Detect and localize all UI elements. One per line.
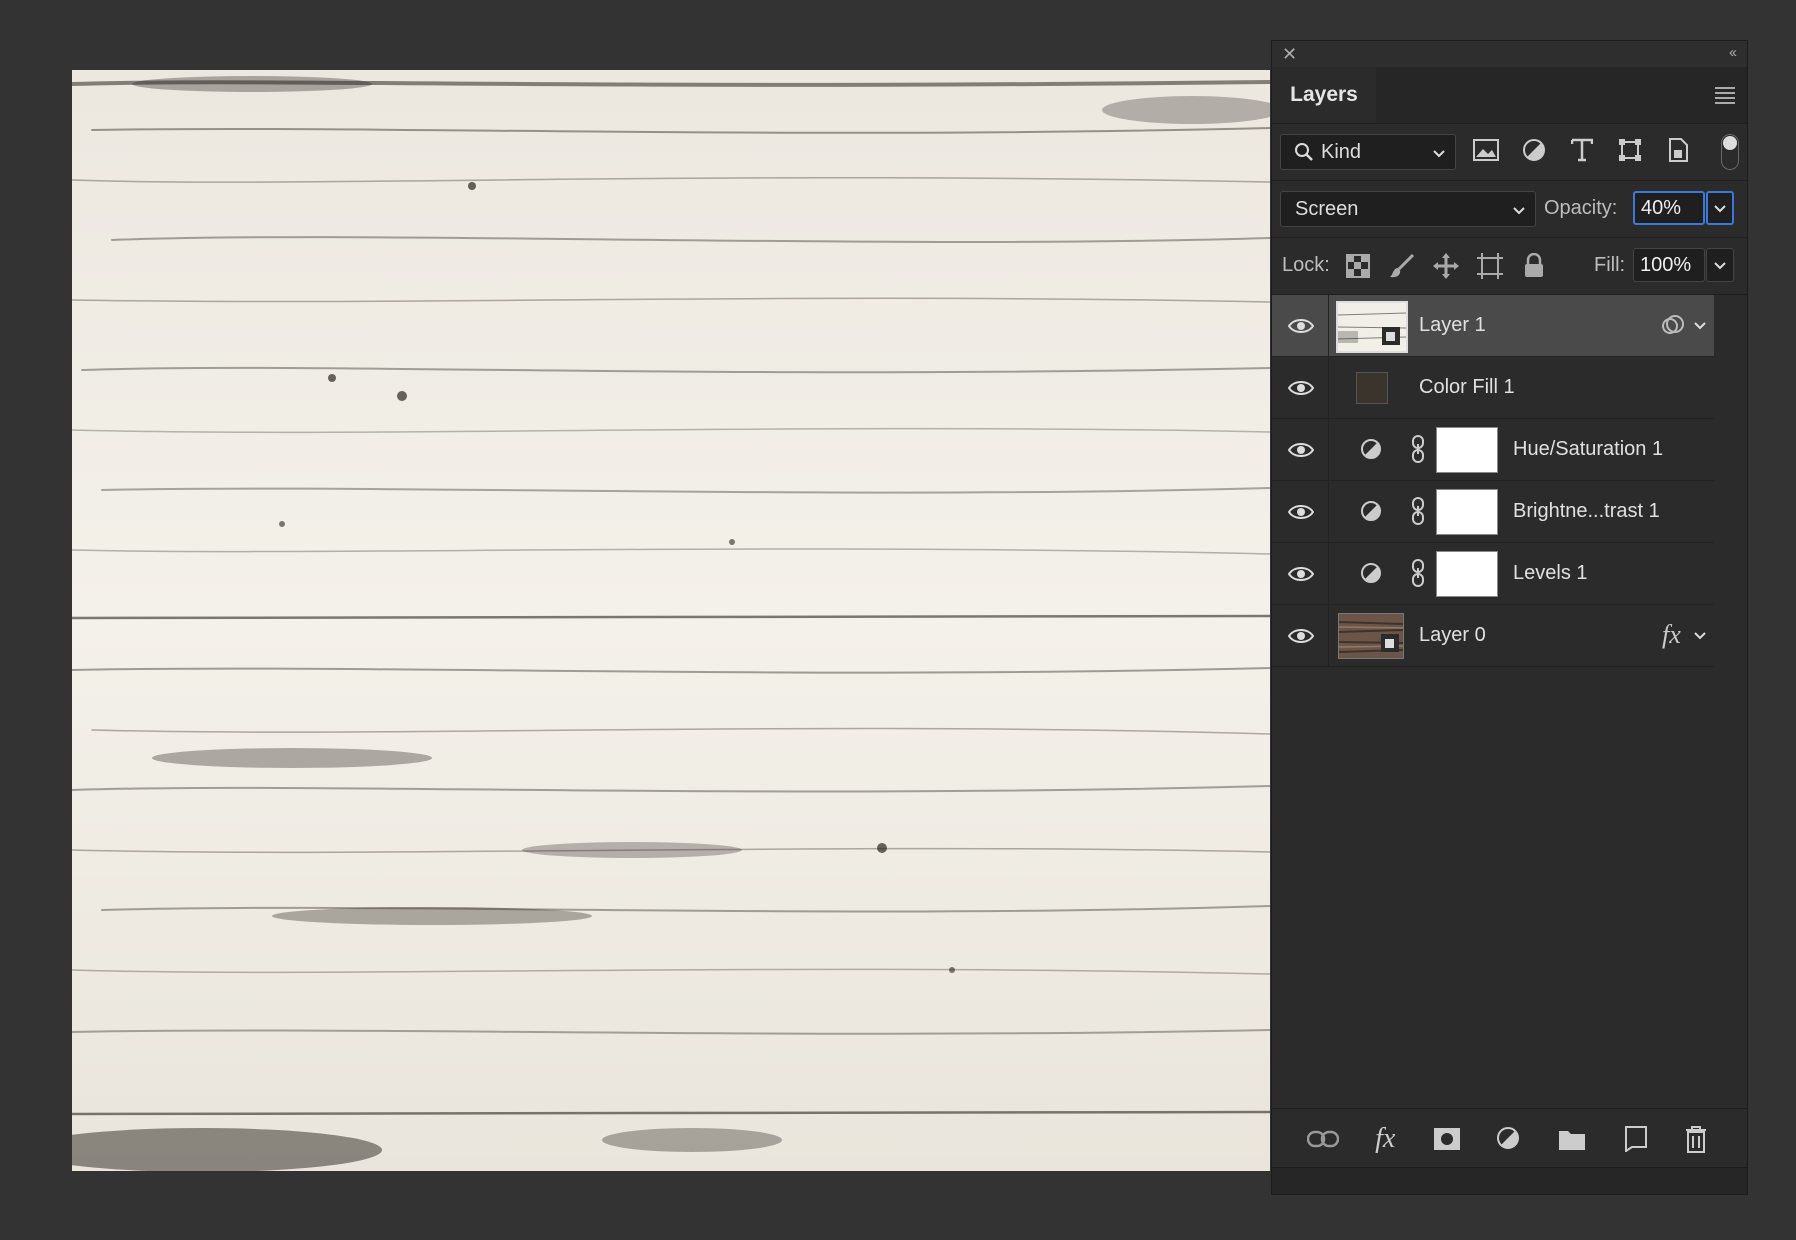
chevron-down-icon[interactable] (1692, 317, 1708, 333)
color-fill-swatch[interactable] (1356, 372, 1388, 404)
adjustment-layer-icon (1361, 501, 1381, 521)
visibility-eye-icon[interactable] (1288, 561, 1314, 587)
mask-link-icon[interactable] (1410, 435, 1426, 463)
kind-filter-label: Kind (1321, 140, 1362, 163)
lock-artboard-icon[interactable] (1476, 252, 1504, 280)
panel-titlebar: ✕ ‹‹ (1272, 41, 1747, 67)
type-filter-icon[interactable] (1568, 136, 1596, 164)
chevron-down-icon (1513, 207, 1525, 215)
shape-filter-icon[interactable] (1616, 136, 1644, 164)
layer-thumbnail (1338, 613, 1404, 659)
lock-brush-icon[interactable] (1388, 252, 1416, 280)
panel-menu-icon[interactable] (1715, 87, 1735, 107)
trash-icon[interactable] (1680, 1123, 1712, 1155)
mask-link-icon[interactable] (1410, 559, 1426, 587)
layer-row-color-fill-1[interactable]: Color Fill 1 (1272, 357, 1714, 419)
lock-move-icon[interactable] (1432, 252, 1460, 280)
opacity-label: Opacity: (1544, 197, 1618, 219)
layer-mask-thumbnail[interactable] (1436, 489, 1498, 535)
opacity-input[interactable]: 40% (1633, 191, 1705, 225)
layer-name[interactable]: Color Fill 1 (1419, 376, 1515, 399)
lock-all-icon[interactable] (1520, 252, 1548, 280)
adjustment-icon[interactable] (1493, 1123, 1525, 1155)
fill-input[interactable]: 100% (1633, 248, 1705, 282)
adjustment-layer-icon (1361, 563, 1381, 583)
close-icon[interactable]: ✕ (1282, 44, 1297, 65)
layers-bottom-toolbar: fx (1272, 1108, 1747, 1168)
layer-thumbnail (1336, 301, 1408, 353)
layers-list: Layer 1 Color Fill 1 Hue/Saturation 1 Br… (1272, 294, 1747, 667)
opacity-dropdown[interactable] (1706, 191, 1734, 225)
visibility-eye-icon[interactable] (1288, 499, 1314, 525)
fx-badge[interactable]: fx (1662, 620, 1681, 650)
visibility-eye-icon[interactable] (1288, 623, 1314, 649)
blend-row: Screen Opacity: 40% (1272, 180, 1747, 237)
layer-name[interactable]: Levels 1 (1513, 562, 1588, 585)
blend-mode-select[interactable]: Screen (1280, 191, 1536, 227)
lock-label: Lock: (1282, 254, 1330, 276)
layer-name[interactable]: Layer 1 (1419, 314, 1486, 337)
document-canvas[interactable] (72, 70, 1270, 1171)
lock-transparent-icon[interactable] (1344, 252, 1372, 280)
new-layer-icon[interactable] (1618, 1123, 1650, 1155)
folder-icon[interactable] (1556, 1123, 1588, 1155)
tab-layers[interactable]: Layers (1272, 67, 1376, 123)
filter-row: Kind (1272, 124, 1747, 180)
search-icon (1295, 143, 1313, 161)
layer-row-brightness-contrast-1[interactable]: Brightne...trast 1 (1272, 481, 1714, 543)
collapse-icon[interactable]: ‹‹ (1729, 44, 1737, 61)
layer-name[interactable]: Hue/Saturation 1 (1513, 438, 1663, 461)
kind-filter-select[interactable]: Kind (1280, 134, 1456, 170)
layer-name[interactable]: Brightne...trast 1 (1513, 500, 1660, 523)
mask-link-icon[interactable] (1410, 497, 1426, 525)
layer-mask-thumbnail[interactable] (1436, 427, 1498, 473)
chevron-down-icon (1714, 205, 1726, 213)
image-filter-icon[interactable] (1472, 136, 1500, 164)
panel-tabbar: Layers (1272, 67, 1747, 124)
fill-dropdown[interactable] (1706, 248, 1734, 282)
adjustment-layer-icon (1361, 439, 1381, 459)
visibility-eye-icon[interactable] (1288, 437, 1314, 463)
visibility-eye-icon[interactable] (1288, 375, 1314, 401)
fill-label: Fill: (1594, 254, 1626, 276)
layer-row-layer-0[interactable]: Layer 0 fx (1272, 605, 1714, 667)
blend-mode-value: Screen (1295, 197, 1359, 220)
mask-icon[interactable] (1431, 1123, 1463, 1155)
layer-name[interactable]: Layer 0 (1419, 624, 1486, 647)
layers-panel: ✕ ‹‹ Layers Kind Screen Opacity: 40% Loc… (1271, 40, 1748, 1195)
visibility-eye-icon[interactable] (1288, 313, 1314, 339)
chevron-down-icon[interactable] (1692, 627, 1708, 643)
adjustment-filter-icon[interactable] (1520, 136, 1548, 164)
fx-icon[interactable]: fx (1369, 1123, 1401, 1155)
layer-row-hue-saturation-1[interactable]: Hue/Saturation 1 (1272, 419, 1714, 481)
layer-row-layer-1[interactable]: Layer 1 (1272, 295, 1714, 357)
chevron-down-icon (1433, 150, 1445, 158)
lock-row: Lock: Fill: 100% (1272, 237, 1747, 294)
layer-mask-thumbnail[interactable] (1436, 551, 1498, 597)
blend-clip-icon (1662, 315, 1684, 334)
chevron-down-icon (1714, 262, 1726, 270)
link-icon[interactable] (1307, 1123, 1340, 1155)
smart-object-filter-icon[interactable] (1664, 136, 1692, 164)
layer-row-levels-1[interactable]: Levels 1 (1272, 543, 1714, 605)
panel-footer-grip[interactable] (1272, 1167, 1747, 1194)
filter-toggle[interactable] (1721, 134, 1739, 170)
